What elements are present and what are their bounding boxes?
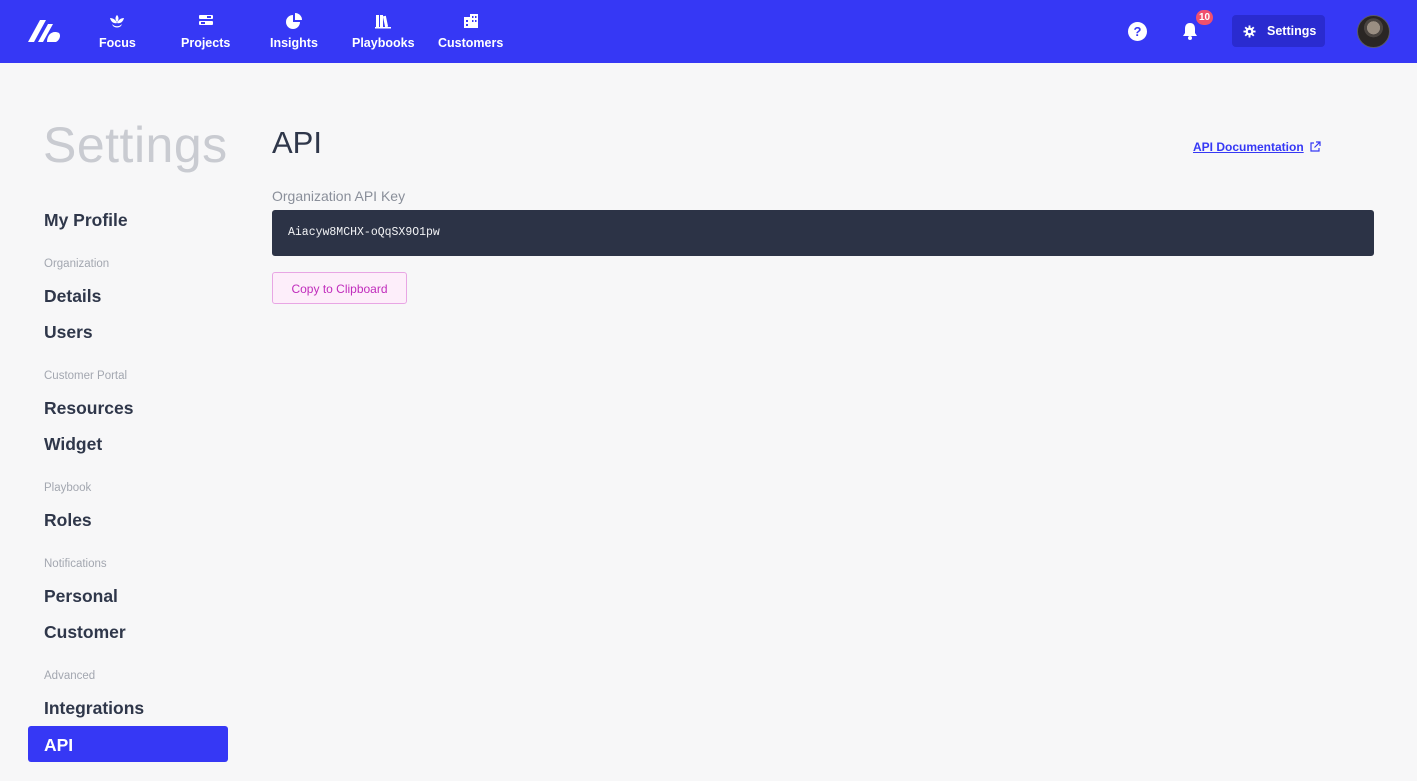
nav-playbooks[interactable]: Playbooks [352,12,415,52]
nav-customers-label: Customers [438,36,504,50]
gear-icon [1243,24,1256,38]
nav-projects-label: Projects [181,36,231,50]
pie-chart-icon [285,13,302,29]
sidebar-item-users[interactable]: Users [44,322,93,343]
api-key-field[interactable]: Aiacyw8MCHX-oQqSX9O1pw [272,210,1374,256]
api-documentation-link[interactable]: API Documentation [1193,140,1321,154]
sidebar-item-widget[interactable]: Widget [44,434,102,455]
nav-focus-label: Focus [99,36,136,50]
building-icon [463,14,478,28]
help-icon[interactable]: ? [1128,22,1147,41]
sidebar-item-api[interactable]: API [28,726,228,762]
sidebar-section-customer-portal: Customer Portal [44,370,128,382]
sidebar-item-resources[interactable]: Resources [44,398,134,419]
bell-icon[interactable] [1181,21,1199,41]
sidebar-item-customer[interactable]: Customer [44,622,126,643]
sidebar-item-api-label: API [44,735,74,755]
lotus-icon [110,15,125,28]
api-documentation-link-label: API Documentation [1193,140,1304,154]
api-key-label: Organization API Key [272,188,406,204]
external-link-icon [1310,141,1321,152]
sidebar-item-my-profile[interactable]: My Profile [44,210,128,231]
settings-button[interactable]: Settings [1232,15,1325,47]
nav-projects[interactable]: Projects [181,12,230,52]
projects-icon [198,15,213,25]
sidebar-section-advanced: Advanced [44,670,96,682]
page-title: API [272,125,322,160]
sidebar-title: Settings [43,117,228,173]
sidebar-section-notifications: Notifications [44,558,107,570]
sidebar-item-integrations[interactable]: Integrations [44,698,144,719]
sidebar-item-personal[interactable]: Personal [44,586,118,607]
sidebar-item-roles[interactable]: Roles [44,510,92,531]
app-logo-icon[interactable] [26,16,62,46]
notification-count-badge: 10 [1196,10,1214,25]
sidebar-section-organization: Organization [44,258,110,270]
copy-to-clipboard-button[interactable]: Copy to Clipboard [272,272,407,304]
nav-focus[interactable]: Focus [99,12,136,52]
nav-insights-label: Insights [270,36,318,50]
top-navigation-bar: Focus Projects Insights Playbooks Custom… [0,0,1417,63]
sidebar-item-details[interactable]: Details [44,286,101,307]
nav-playbooks-label: Playbooks [352,36,415,50]
nav-insights[interactable]: Insights [270,12,318,52]
settings-button-label: Settings [1267,24,1317,38]
api-key-value: Aiacyw8MCHX-oQqSX9O1pw [288,226,440,239]
nav-customers[interactable]: Customers [438,12,503,52]
sidebar-section-playbook: Playbook [44,482,92,494]
user-avatar[interactable] [1357,15,1390,48]
books-icon [375,15,392,29]
